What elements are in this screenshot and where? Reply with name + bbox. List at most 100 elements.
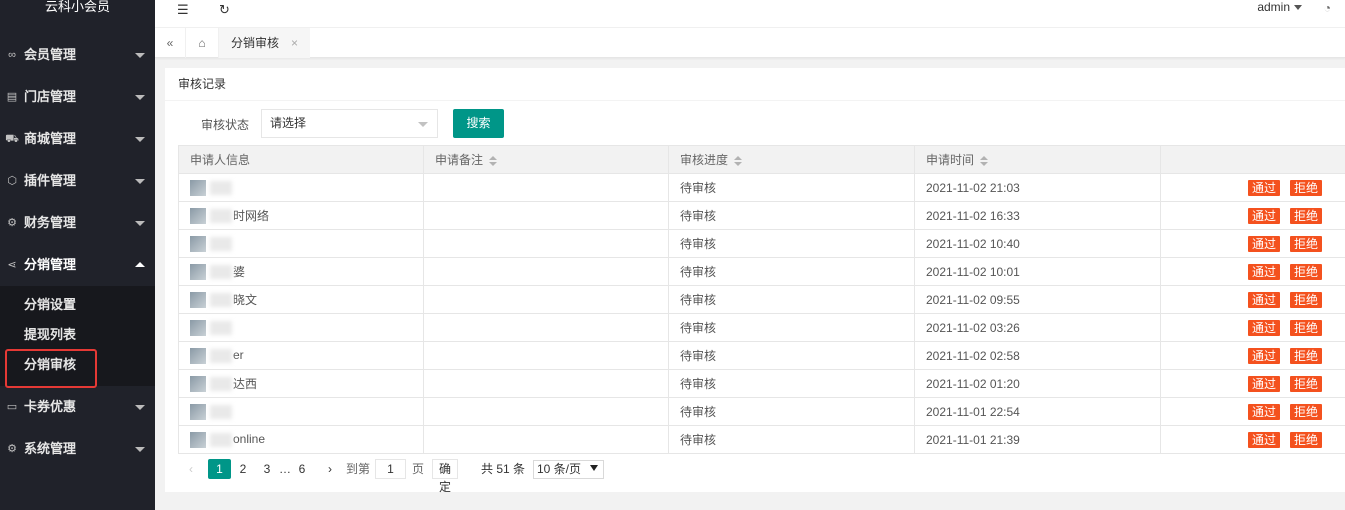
avatar: [190, 319, 206, 336]
table-row: 达西 待审核 2021-11-02 01:20 通过 拒绝: [178, 369, 1345, 398]
avatar: [190, 347, 206, 364]
time-cell: 2021-11-02 02:58: [914, 341, 1161, 370]
members-icon: ∞: [8, 49, 16, 61]
page-2[interactable]: 2: [236, 459, 250, 479]
chevron-down-icon: [135, 179, 145, 184]
table-header-row: 申请人信息 申请备注 审核进度 申请时间: [178, 145, 1345, 174]
actions-cell: 通过 拒绝: [1160, 341, 1345, 370]
chevron-down-icon: [1294, 5, 1302, 11]
reject-button[interactable]: 拒绝: [1289, 291, 1322, 308]
reject-button[interactable]: 拒绝: [1289, 431, 1322, 448]
approve-button[interactable]: 通过: [1247, 235, 1280, 252]
table-row: online 待审核 2021-11-01 21:39 通过 拒绝: [178, 425, 1345, 454]
sort-icon[interactable]: [980, 155, 989, 166]
table-row: 晓文 待审核 2021-11-02 09:55 通过 拒绝: [178, 285, 1345, 314]
reject-button[interactable]: 拒绝: [1289, 403, 1322, 420]
sidebar-item-finance[interactable]: ⚙ 财务管理: [0, 202, 155, 244]
header-applicant: 申请人信息: [178, 145, 424, 174]
applicant-name: 婆: [233, 264, 246, 279]
user-menu[interactable]: admin: [1257, 0, 1302, 14]
time-cell: 2021-11-01 21:39: [914, 425, 1161, 454]
sidebar-item-stores[interactable]: ▤ 门店管理: [0, 76, 155, 118]
reject-button[interactable]: 拒绝: [1289, 207, 1322, 224]
redacted-name: [210, 236, 232, 251]
home-icon[interactable]: ⌂: [186, 28, 219, 58]
reject-button[interactable]: 拒绝: [1289, 375, 1322, 392]
approve-button[interactable]: 通过: [1247, 319, 1280, 336]
sidebar-item-label: 系统管理: [24, 441, 77, 456]
header-status[interactable]: 审核进度: [668, 145, 915, 174]
sidebar-item-mall[interactable]: ⛟ 商城管理: [0, 118, 155, 160]
status-select[interactable]: 请选择: [261, 109, 438, 138]
remark-cell: [423, 257, 669, 286]
sidebar-item-label: 商城管理: [24, 131, 77, 146]
reject-button[interactable]: 拒绝: [1289, 235, 1322, 252]
refresh-icon[interactable]: ↻: [219, 2, 230, 18]
chevron-down-icon: [135, 53, 145, 58]
approve-button[interactable]: 通过: [1247, 375, 1280, 392]
chevron-down-icon: [135, 447, 145, 452]
goto-confirm-button[interactable]: 确定: [432, 459, 459, 494]
goto-label: 到第: [345, 462, 370, 476]
sidebar-subitem-distribution-review[interactable]: 分销审核: [0, 349, 155, 388]
avatar: [190, 208, 206, 225]
sidebar-item-system[interactable]: ⚙ 系统管理: [0, 428, 155, 470]
sidebar-item-plugins[interactable]: ⬡ 插件管理: [0, 160, 155, 202]
actions-cell: 通过 拒绝: [1160, 173, 1345, 202]
coupon-icon: ▭: [6, 401, 18, 413]
table-row: 婆待审核 2021-11-02 10:01 通过 拒绝: [178, 257, 1345, 286]
remark-cell: [423, 425, 669, 454]
remark-cell: [423, 285, 669, 314]
prev-page-icon[interactable]: ‹: [184, 459, 198, 479]
approve-button[interactable]: 通过: [1247, 263, 1280, 280]
goto-page-input[interactable]: 1: [375, 459, 406, 479]
redacted-name: [210, 320, 232, 335]
redacted-name: [210, 209, 232, 224]
status-cell: 待审核: [668, 201, 915, 230]
sort-icon[interactable]: [734, 155, 743, 166]
distribution-submenu: 分销设置 提现列表 分销审核: [0, 286, 155, 388]
menu-toggle-icon[interactable]: ☰: [177, 2, 189, 18]
reject-button[interactable]: 拒绝: [1289, 347, 1322, 364]
double-chevron-left-icon[interactable]: «: [155, 28, 186, 58]
reject-button[interactable]: 拒绝: [1289, 263, 1322, 280]
time-cell: 2021-11-02 21:03: [914, 173, 1161, 202]
top-header: ☰ ↻ admin ◔: [155, 0, 1345, 28]
chevron-down-icon: [418, 122, 428, 127]
redacted-name: [210, 432, 232, 447]
sidebar-subitem-withdraw-list[interactable]: 提现列表: [0, 320, 155, 350]
reject-button[interactable]: 拒绝: [1289, 179, 1322, 196]
tab-distribution-review[interactable]: 分销审核 ×: [219, 28, 311, 58]
remark-cell: [423, 173, 669, 202]
header-time[interactable]: 申请时间: [914, 145, 1161, 174]
sidebar: 云科小会员 ∞ 会员管理 ▤ 门店管理 ⛟ 商城管理 ⬡ 插件管理 ⚙ 财务管理: [0, 0, 155, 510]
share-icon: ⋖: [7, 259, 17, 271]
page-3[interactable]: 3: [260, 459, 274, 479]
next-page-icon[interactable]: ›: [323, 459, 337, 479]
sidebar-item-distribution[interactable]: ⋖ 分销管理: [0, 244, 155, 286]
sidebar-item-label: 分销管理: [24, 257, 77, 272]
approve-button[interactable]: 通过: [1247, 347, 1280, 364]
approve-button[interactable]: 通过: [1247, 431, 1280, 448]
sidebar-subitem-distribution-settings[interactable]: 分销设置: [0, 290, 155, 320]
applicant-cell: [178, 313, 424, 342]
search-button[interactable]: 搜索: [453, 109, 504, 138]
page-1[interactable]: 1: [208, 459, 231, 479]
header-remark[interactable]: 申请备注: [423, 145, 669, 174]
actions-cell: 通过 拒绝: [1160, 425, 1345, 454]
applicant-cell: 婆: [178, 257, 424, 286]
close-icon[interactable]: ×: [291, 36, 298, 50]
sidebar-item-coupons[interactable]: ▭ 卡券优惠: [0, 386, 155, 428]
approve-button[interactable]: 通过: [1247, 207, 1280, 224]
sidebar-item-label: 门店管理: [24, 89, 77, 104]
reject-button[interactable]: 拒绝: [1289, 319, 1322, 336]
sidebar-item-members[interactable]: ∞ 会员管理: [0, 34, 155, 76]
approve-button[interactable]: 通过: [1247, 403, 1280, 420]
sort-icon[interactable]: [489, 155, 498, 166]
applicant-cell: er: [178, 341, 424, 370]
approve-button[interactable]: 通过: [1247, 291, 1280, 308]
page-6[interactable]: 6: [295, 459, 309, 479]
theme-icon[interactable]: ◔: [1324, 1, 1331, 15]
page-size-select[interactable]: 10 条/页: [533, 460, 604, 479]
approve-button[interactable]: 通过: [1247, 179, 1280, 196]
